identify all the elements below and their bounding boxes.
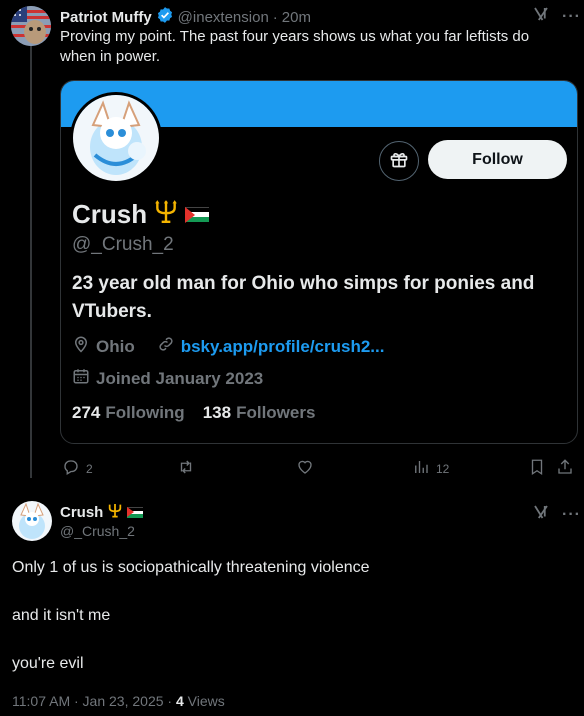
gift-icon	[389, 149, 409, 174]
reply-author-handle[interactable]: @_Crush_2	[60, 523, 135, 539]
following-label[interactable]: Following	[105, 403, 184, 423]
reply-timestamp[interactable]: 11:07 AM · Jan 23, 2025 ·	[12, 693, 176, 709]
tweet-text: Proving my point. The past four years sh…	[60, 28, 530, 65]
thread-line	[30, 46, 32, 478]
views-button[interactable]: 12	[412, 458, 449, 479]
reply-text-line-2: and it isn't me	[12, 607, 111, 624]
like-icon	[296, 458, 314, 479]
profile-handle[interactable]: @_Crush_2	[72, 234, 174, 256]
follow-button[interactable]: Follow	[428, 140, 567, 179]
profile-card[interactable]: Follow Crush @_Crush_2 23 year old man f…	[60, 80, 578, 444]
palestine-flag-icon	[185, 206, 210, 223]
post-time[interactable]: 20m	[282, 9, 311, 26]
grok-icon[interactable]	[532, 5, 550, 28]
link-icon	[157, 335, 175, 358]
profile-joined: Joined January 2023	[96, 368, 264, 388]
reply-views-count: 4	[175, 693, 184, 709]
author-name[interactable]: Patriot Muffy	[60, 9, 152, 26]
more-icon[interactable]: ···	[562, 8, 581, 26]
grok-icon[interactable]	[532, 503, 550, 526]
reply-author-avatar[interactable]	[12, 501, 52, 541]
views-icon	[412, 458, 430, 479]
trident-icon	[107, 502, 123, 523]
share-button[interactable]	[556, 458, 574, 479]
followers-label[interactable]: Followers	[236, 403, 315, 423]
calendar-icon	[72, 367, 90, 390]
profile-meta-row: Ohio bsky.app/profile/crush2...	[72, 335, 384, 358]
tweet-actions: 2 12	[60, 458, 578, 478]
dot-separator: ·	[272, 8, 278, 26]
profile-joined-row: Joined January 2023	[72, 367, 263, 390]
profile-link[interactable]: bsky.app/profile/crush2...	[181, 337, 385, 357]
more-icon[interactable]: ···	[562, 506, 581, 524]
followers-count[interactable]: 138	[203, 403, 231, 423]
reply-author-name[interactable]: Crush	[60, 504, 103, 521]
palestine-flag-icon	[127, 507, 144, 518]
retweet-button[interactable]	[176, 458, 196, 479]
profile-bio: 23 year old man for Ohio who simps for p…	[72, 273, 535, 322]
like-button[interactable]	[296, 458, 314, 479]
trident-icon	[153, 198, 179, 231]
reply-text-line-1: Only 1 of us is sociopathically threaten…	[12, 559, 370, 576]
bookmark-icon	[528, 458, 546, 479]
profile-name[interactable]: Crush	[72, 199, 147, 230]
reply-button[interactable]: 2	[62, 458, 93, 479]
profile-name-row: Crush	[72, 198, 210, 231]
author-handle[interactable]: @inextension	[178, 9, 269, 26]
profile-avatar[interactable]	[70, 92, 162, 184]
reply-metadata: 11:07 AM · Jan 23, 2025 · 4 Views	[12, 693, 225, 709]
reply-text-line-3: you're evil	[12, 655, 84, 672]
verified-badge-icon	[156, 6, 174, 28]
gift-button[interactable]	[379, 141, 419, 181]
author-avatar[interactable]	[11, 6, 51, 46]
share-icon	[556, 458, 574, 479]
profile-location: Ohio	[96, 336, 135, 356]
reply-views-label: Views	[183, 693, 225, 709]
reply-count: 2	[86, 461, 93, 476]
location-icon	[72, 335, 90, 358]
reply-icon	[62, 458, 80, 479]
views-count: 12	[436, 461, 450, 476]
bookmark-button[interactable]	[528, 458, 546, 479]
profile-follow-stats: 274 Following 138 Followers	[72, 403, 315, 423]
following-count[interactable]: 274	[72, 403, 100, 423]
retweet-icon	[176, 458, 196, 479]
